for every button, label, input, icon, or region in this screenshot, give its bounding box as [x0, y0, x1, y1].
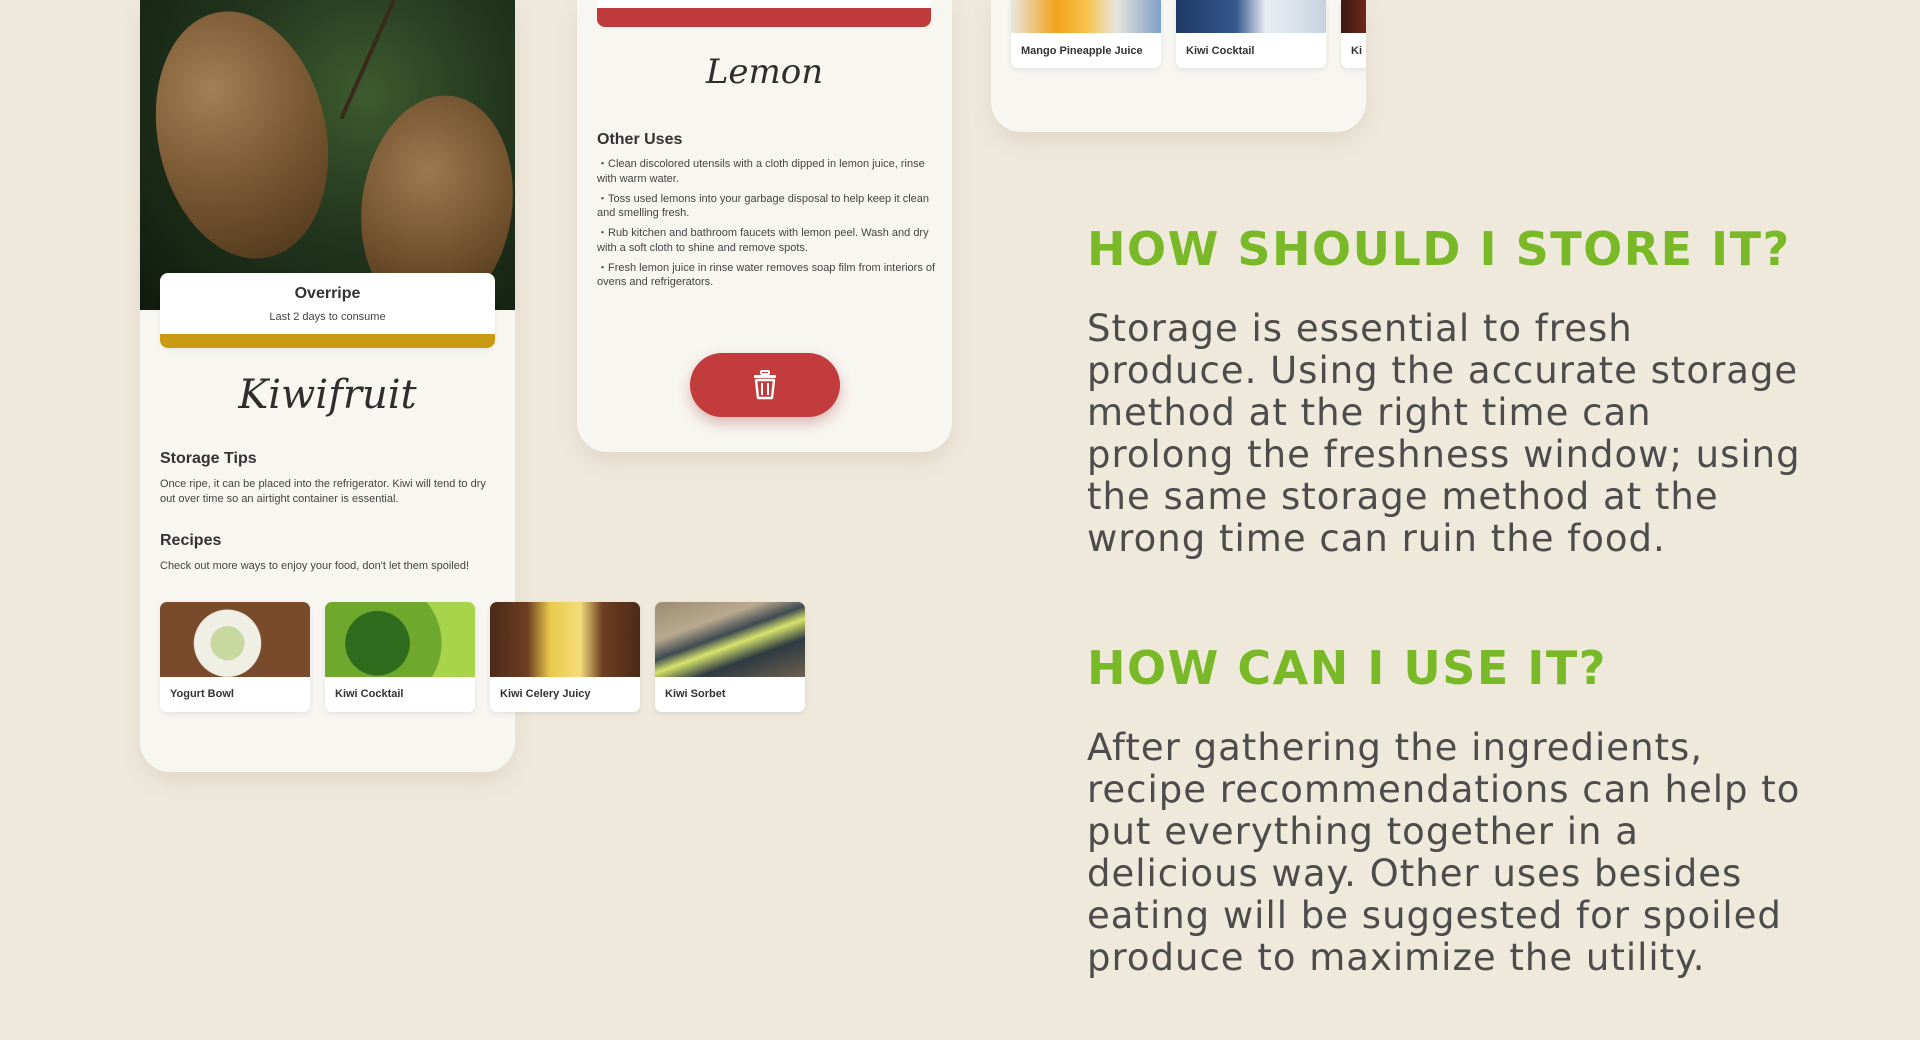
recipe-card-yogurt-bowl[interactable]: Yogurt Bowl: [160, 602, 310, 712]
recipe-label: Yogurt Bowl: [170, 688, 234, 700]
other-use-item: ・Fresh lemon juice in rinse water remove…: [597, 261, 936, 289]
ripeness-status-card: Overripe Last 2 days to consume: [160, 273, 495, 348]
ripeness-status-title: Overripe: [294, 285, 361, 302]
lemon-detail-screen: Lemon Other Uses ・Clean discolored utens…: [577, 0, 952, 452]
recipe-card-kiwi-cocktail[interactable]: Kiwi Cocktail: [1176, 0, 1326, 68]
yogurt-bowl-photo: [160, 602, 310, 677]
kiwi-detail-screen: Overripe Last 2 days to consume Kiwifrui…: [140, 0, 805, 772]
recipe-label: Kiwi Cocktail: [335, 688, 404, 700]
recipe-label: Kiwi Cocktail: [1186, 45, 1255, 57]
store-heading: HOW SHOULD I STORE IT?: [1087, 222, 1791, 276]
recipe-carousel[interactable]: Yogurt Bowl Kiwi Cocktail Kiwi Celery Ju…: [160, 602, 840, 712]
recipe-label: Mango Pineapple Juice: [1021, 45, 1143, 57]
mango-pineapple-juice-photo: [1011, 0, 1161, 33]
other-use-item: ・Clean discolored utensils with a cloth …: [597, 158, 925, 185]
delete-button[interactable]: [690, 353, 840, 417]
spoiled-status-bar: [597, 8, 931, 27]
ripeness-status-bar: [160, 334, 495, 348]
recipe-card-kiwi-cocktail[interactable]: Kiwi Cocktail: [325, 602, 475, 712]
kiwi-cocktail-photo: [325, 602, 475, 677]
recipe-label: Ki: [1351, 45, 1362, 57]
recipe-card-partial[interactable]: Ki: [1341, 0, 1366, 68]
recipes-heading: Recipes: [160, 532, 222, 549]
store-body: Storage is essential to fresh produce. U…: [1087, 307, 1801, 560]
storage-tips-text: Once ripe, it can be placed into the ref…: [160, 478, 486, 505]
fruit-name-title: Kiwifruit: [238, 372, 417, 418]
spoiled-status-card: [597, 0, 931, 8]
recipe-card-kiwi-sorbet[interactable]: Kiwi Sorbet: [655, 602, 805, 712]
kiwi-sorbet-photo: [655, 602, 805, 677]
branch-stem: [339, 0, 396, 120]
use-heading: HOW CAN I USE IT?: [1087, 641, 1607, 695]
other-uses-heading: Other Uses: [597, 131, 683, 148]
trash-icon: [754, 370, 776, 400]
storage-tips-heading: Storage Tips: [160, 450, 257, 467]
recipes-screen-partial: Mango Pineapple Juice Kiwi Cocktail Ki: [991, 0, 1366, 132]
use-body: After gathering the ingredients, recipe …: [1087, 726, 1801, 979]
recipe-card-mango-pineapple-juice[interactable]: Mango Pineapple Juice: [1011, 0, 1161, 68]
kiwi-fruit-left: [140, 0, 351, 275]
other-use-item: ・Rub kitchen and bathroom faucets with l…: [597, 227, 929, 254]
recipe-label: Kiwi Celery Juicy: [500, 688, 591, 700]
partial-recipe-photo: [1341, 0, 1366, 33]
fruit-name-title: Lemon: [705, 52, 824, 92]
other-use-item: ・Toss used lemons into your garbage disp…: [597, 192, 930, 220]
kiwi-cocktail-photo: [1176, 0, 1326, 33]
recipe-label: Kiwi Sorbet: [665, 688, 726, 700]
recipe-card-kiwi-celery-juicy[interactable]: Kiwi Celery Juicy: [490, 602, 640, 712]
kiwi-celery-juicy-photo: [490, 602, 640, 677]
recipes-text: Check out more ways to enjoy your food, …: [160, 560, 470, 572]
ripeness-status-subtitle: Last 2 days to consume: [269, 311, 386, 323]
kiwi-hero-photo: [140, 0, 515, 310]
other-uses-list: ・Clean discolored utensils with a cloth …: [597, 157, 937, 295]
